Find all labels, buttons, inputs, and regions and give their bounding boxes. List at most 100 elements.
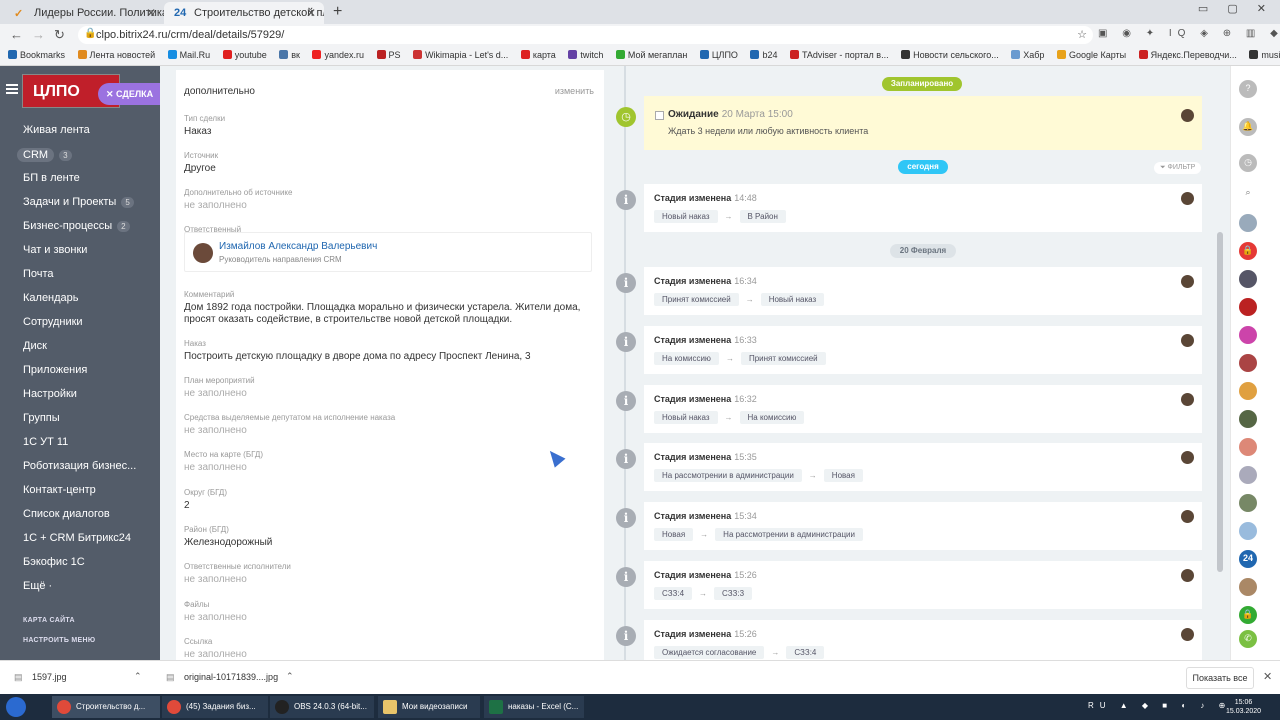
sidebar-item[interactable]: Бэкофис 1С [0, 551, 160, 575]
language-indicator[interactable]: RU [1088, 701, 1112, 710]
avatar[interactable] [1239, 270, 1257, 288]
sidebar-item[interactable]: Живая лента [0, 119, 160, 143]
download-item[interactable]: 1597.jpg [32, 672, 67, 682]
configure-menu-link[interactable]: НАСТРОИТЬ МЕНЮ [23, 637, 95, 644]
scrollbar-thumb[interactable] [1217, 232, 1223, 572]
sidebar-item[interactable]: Календарь [0, 287, 160, 311]
sidebar-item[interactable]: Почта [0, 263, 160, 287]
avatar[interactable] [1239, 522, 1257, 540]
avatar[interactable] [1239, 438, 1257, 456]
field-comment[interactable]: Комментарий Дом 1892 года постройки. Площ… [184, 290, 594, 326]
phone-icon[interactable]: ✆ [1239, 630, 1257, 648]
bookmark[interactable]: b24 [750, 50, 777, 60]
stage-change-card[interactable]: Стадия изменена 15:26 Ожидается согласован… [644, 620, 1202, 660]
sidebar-item[interactable]: 1С УТ 11 [0, 431, 160, 455]
field-plan[interactable]: План мероприятий не заполнено [184, 376, 594, 399]
bookmark[interactable]: Wikimapia - Let's d... [413, 50, 508, 60]
sidebar-item[interactable]: БП в ленте [0, 167, 160, 191]
notifications-icon[interactable]: 🔔 [1239, 118, 1257, 136]
bookmark[interactable]: Bookmarks [8, 50, 65, 60]
system-tray[interactable]: RU ▲ ◆ ■ ◐ ♪ ⊕ [1088, 701, 1231, 710]
bookmark[interactable]: Новости сельского... [901, 50, 999, 60]
avatar[interactable] [1239, 466, 1257, 484]
avatar[interactable] [1239, 298, 1257, 316]
browser-tab[interactable]: ✓ Лидеры России. Политика ✕ [4, 2, 164, 24]
sidebar-item[interactable]: Сотрудники [0, 311, 160, 335]
avatar[interactable] [1239, 214, 1257, 232]
field-source[interactable]: Источник Другое [184, 151, 594, 175]
edit-link[interactable]: изменить [555, 86, 594, 96]
timeline-filter[interactable]: ⏷ ФИЛЬТР [1154, 162, 1202, 174]
timer-icon[interactable]: ◷ [1239, 154, 1257, 172]
browser-tab-active[interactable]: 24 Строительство детской площад ✕ [164, 2, 324, 24]
show-all-downloads-button[interactable]: Показать все [1186, 667, 1254, 689]
sitemap-link[interactable]: КАРТА САЙТА [23, 617, 75, 624]
close-icon[interactable]: ✕ [1263, 670, 1272, 683]
waiting-activity[interactable]: Ожидание 20 Марта 15:00 Ждать 3 недели ил… [644, 96, 1202, 150]
bookmark[interactable]: yandex.ru [312, 50, 364, 60]
bookmark[interactable]: music [1249, 50, 1280, 60]
avatar[interactable] [1239, 578, 1257, 596]
deal-close-chip[interactable]: ✕ СДЕЛКА [98, 83, 160, 105]
url-input[interactable]: 🔒 clpo.bitrix24.ru/crm/deal/details/5792… [78, 26, 1093, 44]
bookmark[interactable]: youtube [222, 50, 267, 60]
search-icon[interactable]: ⌕ [1239, 184, 1257, 202]
start-button[interactable] [6, 697, 26, 717]
stage-change-card[interactable]: Стадия изменена 16:32 Новый наказ → На комис… [644, 385, 1202, 433]
avatar[interactable] [1239, 354, 1257, 372]
sidebar-item[interactable]: Задачи и Проекты 5 [0, 191, 160, 215]
sidebar-item[interactable]: 1С + CRM Битрикс24 [0, 527, 160, 551]
bookmark[interactable]: вк [279, 50, 300, 60]
lock-icon[interactable]: 🔒 [1239, 606, 1257, 624]
close-icon[interactable]: ✕ [306, 6, 316, 20]
bitrix24-icon[interactable]: 24 [1239, 550, 1257, 568]
sidebar-item[interactable]: Бизнес-процессы 2 [0, 215, 160, 239]
field-deal-type[interactable]: Тип сделки Наказ [184, 114, 594, 138]
avatar[interactable] [1239, 494, 1257, 512]
new-tab-icon[interactable]: + [333, 3, 342, 21]
back-icon[interactable]: ← [10, 27, 23, 42]
scrollbar[interactable] [1214, 66, 1230, 660]
stage-change-card[interactable]: Стадия изменена 16:34 Принят комиссией → Нов… [644, 267, 1202, 315]
field-area[interactable]: Район (БГД) Железнодорожный [184, 525, 594, 549]
taskbar-item[interactable]: OBS 24.0.3 (64-bit... [270, 696, 374, 718]
bookmark[interactable]: Лента новостей [77, 50, 155, 60]
extension-icons[interactable]: ▣ ◉ ✦ IQ ◈ ⊕ ▥ ◆ ● [1098, 28, 1280, 39]
responsible-person[interactable]: Измайлов Александр Валерьевич Руководите… [184, 232, 592, 272]
avatar[interactable] [1239, 410, 1257, 428]
close-icon[interactable]: ✕ [146, 6, 156, 20]
chevron-up-icon[interactable]: ⌃ [134, 671, 142, 682]
sidebar-item[interactable]: Группы [0, 407, 160, 431]
bookmark[interactable]: Яндекс.Переводчи... [1138, 50, 1237, 60]
stage-change-card[interactable]: Стадия изменена 15:34 Новая → На рассмотрени… [644, 502, 1202, 550]
stage-change-card[interactable]: Стадия изменена 15:26 СЗЗ:4 → СЗЗ:3 [644, 561, 1202, 609]
sidebar-item[interactable]: Контакт-центр [0, 479, 160, 503]
bookmark[interactable]: Мой мегаплан [615, 50, 687, 60]
taskbar-item[interactable]: Мои видеозаписи [378, 696, 480, 718]
taskbar-item[interactable]: Строительство д... [52, 696, 160, 718]
bookmark[interactable]: ЦЛПО [699, 50, 738, 60]
complete-checkbox[interactable] [655, 111, 664, 120]
sidebar-item[interactable]: Чат и звонки [0, 239, 160, 263]
system-clock[interactable]: 15:06 15.03.2020 [1226, 698, 1261, 716]
sidebar-item[interactable]: Приложения [0, 359, 160, 383]
field-link[interactable]: Ссылка не заполнено [184, 637, 594, 660]
sidebar-item[interactable]: Ещё · [0, 575, 160, 599]
bookmark[interactable]: PS [376, 50, 401, 60]
field-executors[interactable]: Ответственные исполнители не заполнено [184, 562, 594, 585]
menu-burger-icon[interactable] [6, 84, 18, 94]
stage-change-card[interactable]: Стадия изменена 16:33 На комиссию → Принят к… [644, 326, 1202, 374]
star-icon[interactable]: ☆ [1077, 28, 1087, 41]
field-order[interactable]: Наказ Построить детскую площадку в дворе … [184, 339, 594, 363]
bookmark[interactable]: карта [520, 50, 556, 60]
stage-change-card[interactable]: Стадия изменена 15:35 На рассмотрении в ад… [644, 443, 1202, 491]
field-source-extra[interactable]: Дополнительно об источнике не заполнено [184, 188, 594, 211]
responsible-name[interactable]: Измайлов Александр Валерьевич [219, 241, 377, 252]
bookmark[interactable]: Хабр [1011, 50, 1044, 60]
taskbar-item[interactable]: (45) Задания биз... [162, 696, 268, 718]
forward-icon[interactable]: → [32, 27, 45, 42]
download-item[interactable]: original-10171839....jpg [184, 672, 278, 682]
sidebar-item[interactable]: Список диалогов [0, 503, 160, 527]
bookmark[interactable]: Mail.Ru [167, 50, 210, 60]
bookmark[interactable]: TAdviser - портал в... [790, 50, 889, 60]
